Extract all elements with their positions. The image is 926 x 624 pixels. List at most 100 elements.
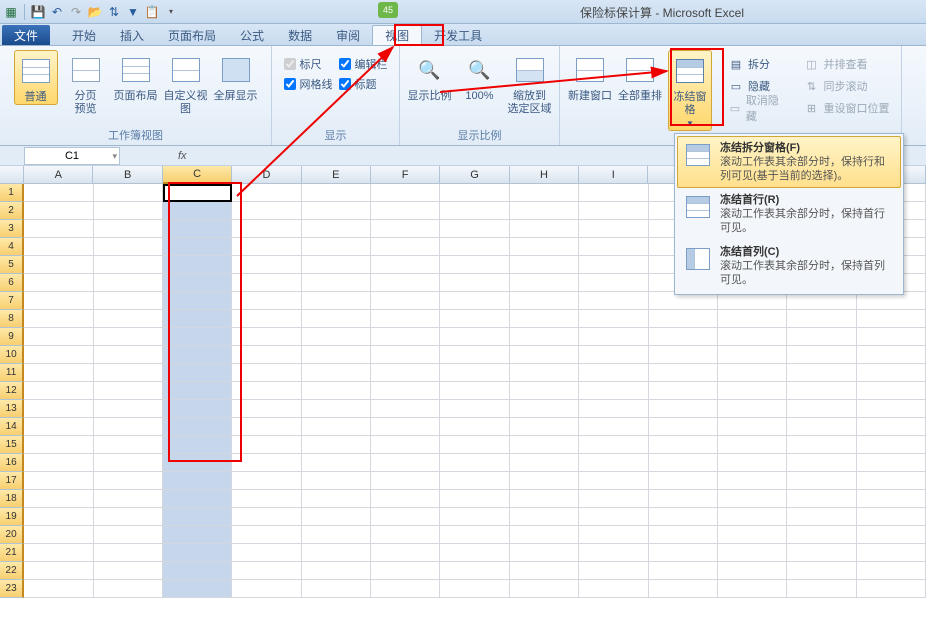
cell[interactable]: [579, 508, 648, 526]
cell[interactable]: [440, 346, 509, 364]
cell[interactable]: [371, 382, 440, 400]
cell[interactable]: [579, 580, 648, 598]
cell[interactable]: [440, 490, 509, 508]
row-header-10[interactable]: 10: [0, 346, 24, 364]
cell[interactable]: [579, 328, 648, 346]
cell[interactable]: [94, 310, 163, 328]
cell[interactable]: [579, 274, 648, 292]
cell[interactable]: [579, 418, 648, 436]
column-header-F[interactable]: F: [371, 166, 440, 184]
cell[interactable]: [440, 418, 509, 436]
column-header-G[interactable]: G: [440, 166, 509, 184]
cell[interactable]: [371, 364, 440, 382]
cell[interactable]: [302, 562, 371, 580]
new-window-button[interactable]: 新建窗口: [568, 50, 612, 103]
cell[interactable]: [857, 580, 926, 598]
cell[interactable]: [649, 364, 718, 382]
cell[interactable]: [24, 238, 93, 256]
full-screen-button[interactable]: 全屏显示: [214, 50, 258, 103]
cell[interactable]: [649, 544, 718, 562]
cell[interactable]: [718, 454, 787, 472]
cell[interactable]: [371, 418, 440, 436]
row-header-13[interactable]: 13: [0, 400, 24, 418]
cell[interactable]: [371, 580, 440, 598]
cell[interactable]: [857, 436, 926, 454]
cell[interactable]: [649, 508, 718, 526]
cell[interactable]: [94, 292, 163, 310]
cell[interactable]: [94, 562, 163, 580]
tab-insert[interactable]: 插入: [108, 25, 156, 45]
cell[interactable]: [579, 220, 648, 238]
cell[interactable]: [579, 436, 648, 454]
cell[interactable]: [302, 400, 371, 418]
cell[interactable]: [163, 508, 232, 526]
cell[interactable]: [510, 400, 579, 418]
cell[interactable]: [787, 562, 856, 580]
cell[interactable]: [94, 382, 163, 400]
cell[interactable]: [787, 364, 856, 382]
cell[interactable]: [163, 544, 232, 562]
cell[interactable]: [787, 400, 856, 418]
cell[interactable]: [440, 184, 509, 202]
cell[interactable]: [510, 184, 579, 202]
open-icon[interactable]: 📂: [87, 4, 103, 20]
cell[interactable]: [649, 418, 718, 436]
cell[interactable]: [649, 400, 718, 418]
cell[interactable]: [232, 562, 301, 580]
cell[interactable]: [163, 454, 232, 472]
cell[interactable]: [440, 256, 509, 274]
cell[interactable]: [371, 256, 440, 274]
cell[interactable]: [510, 364, 579, 382]
menu-freeze-top-row[interactable]: 冻结首行(R)滚动工作表其余部分时，保持首行可见。: [677, 188, 901, 240]
cell[interactable]: [94, 328, 163, 346]
cell[interactable]: [371, 220, 440, 238]
cell[interactable]: [371, 472, 440, 490]
cell[interactable]: [440, 310, 509, 328]
cell[interactable]: [440, 238, 509, 256]
cell[interactable]: [94, 418, 163, 436]
row-header-2[interactable]: 2: [0, 202, 24, 220]
cell[interactable]: [718, 490, 787, 508]
row-header-8[interactable]: 8: [0, 310, 24, 328]
cell[interactable]: [440, 544, 509, 562]
cell[interactable]: [163, 400, 232, 418]
cell[interactable]: [302, 202, 371, 220]
cell[interactable]: [94, 490, 163, 508]
cell[interactable]: [440, 364, 509, 382]
cell[interactable]: [232, 472, 301, 490]
cell[interactable]: [371, 274, 440, 292]
cell[interactable]: [24, 220, 93, 238]
row-header-16[interactable]: 16: [0, 454, 24, 472]
cell[interactable]: [232, 508, 301, 526]
cell[interactable]: [24, 526, 93, 544]
cell[interactable]: [510, 382, 579, 400]
row-header-21[interactable]: 21: [0, 544, 24, 562]
cell[interactable]: [24, 400, 93, 418]
cell[interactable]: [371, 328, 440, 346]
column-header-E[interactable]: E: [302, 166, 371, 184]
cell[interactable]: [163, 436, 232, 454]
cell[interactable]: [232, 580, 301, 598]
row-header-17[interactable]: 17: [0, 472, 24, 490]
cell[interactable]: [787, 580, 856, 598]
row-header-22[interactable]: 22: [0, 562, 24, 580]
cell[interactable]: [649, 580, 718, 598]
cell[interactable]: [302, 274, 371, 292]
tab-developer[interactable]: 开发工具: [422, 25, 494, 45]
cell[interactable]: [94, 202, 163, 220]
cell[interactable]: [649, 454, 718, 472]
cell[interactable]: [440, 562, 509, 580]
cell[interactable]: [94, 274, 163, 292]
cell[interactable]: [510, 220, 579, 238]
cell[interactable]: [24, 436, 93, 454]
cell[interactable]: [163, 346, 232, 364]
cell[interactable]: [24, 472, 93, 490]
row-header-19[interactable]: 19: [0, 508, 24, 526]
cell[interactable]: [510, 292, 579, 310]
cell[interactable]: [510, 472, 579, 490]
cell[interactable]: [649, 310, 718, 328]
cell[interactable]: [163, 238, 232, 256]
row-header-6[interactable]: 6: [0, 274, 24, 292]
cell[interactable]: [302, 526, 371, 544]
cell[interactable]: [163, 580, 232, 598]
